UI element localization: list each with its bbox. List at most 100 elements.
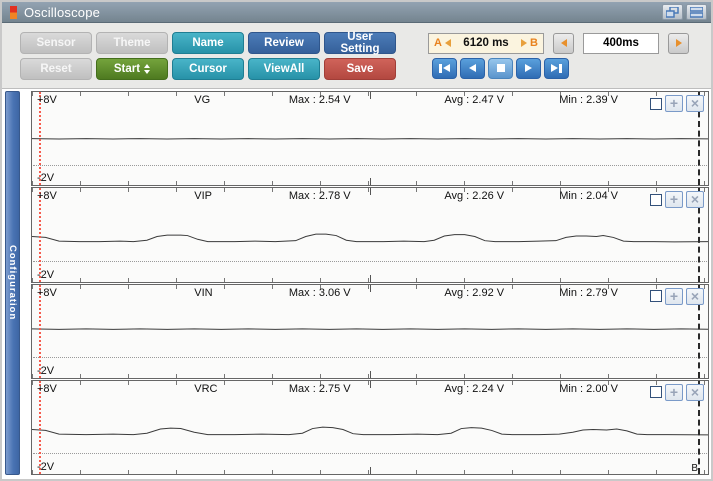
channel-controls: + × (650, 95, 704, 112)
stop-button[interactable] (488, 57, 513, 79)
skip-to-end-icon-triangle (551, 64, 559, 72)
step-back-button[interactable] (460, 57, 485, 79)
channel-controls: + × (650, 383, 704, 401)
channel-panel-vin: +8V -2V VIN Max : 3.06 V Avg : 2.92 V Mi… (31, 283, 709, 379)
toolbar-reset-button[interactable]: Reset (20, 57, 92, 80)
channel-close-button[interactable]: × (686, 95, 704, 112)
top-scale-label: +8V (37, 190, 57, 203)
toolbar-button-label: Review (264, 36, 304, 49)
channel-visible-checkbox[interactable] (650, 193, 662, 206)
window-controls (662, 4, 707, 20)
channel-panel-vip: +8V -2V VIP Max : 2.78 V Avg : 2.26 V Mi… (31, 187, 709, 283)
step-increase-button[interactable] (668, 32, 689, 54)
skip-to-start-icon-triangle (442, 64, 450, 72)
toolbar-sensor-button[interactable]: Sensor (20, 31, 92, 54)
step-value-display: 400ms (583, 32, 659, 54)
channel-close-button[interactable]: × (686, 287, 704, 305)
toolbar-save-button[interactable]: Save (324, 57, 396, 80)
playback-controls (432, 57, 689, 79)
step-decrease-button[interactable] (553, 32, 574, 54)
cursor-b-label: B (530, 37, 538, 49)
channel-name: VRC (194, 382, 218, 395)
skip-to-start-icon (439, 63, 442, 73)
oscilloscope-window: Oscilloscope Sensor Theme Name Review User S… (0, 0, 713, 481)
channel-panels: +8V -2V VG Max : 2.54 V Avg : 2.47 V Min… (31, 91, 709, 475)
toolbar-button-label: ViewAll (263, 62, 305, 75)
time-row: A 6120 ms B 400ms (428, 32, 689, 54)
channel-max-value: Max : 2.78 V (288, 190, 351, 203)
bottom-scale-label: -2V (37, 268, 55, 281)
play-button[interactable] (516, 57, 541, 79)
restore-window-button[interactable] (662, 4, 683, 20)
toolbar: Sensor Theme Name Review User Setting Reset St… (2, 23, 711, 89)
toolbar-button-label: Theme (113, 36, 151, 49)
toolbar-review-button[interactable]: Review (248, 31, 320, 54)
title-bar: Oscilloscope (2, 2, 711, 23)
channel-min-value: Min : 2.00 V (559, 382, 618, 395)
toolbar-button-label: Name (192, 36, 224, 49)
channel-visible-checkbox[interactable] (650, 290, 662, 302)
channel-panel-vrc: +8V -2V VRC Max : 2.75 V Avg : 2.24 V Mi… (31, 379, 709, 475)
channel-zoom-button[interactable]: + (665, 287, 683, 305)
bottom-scale-label: -2V (37, 172, 55, 185)
start-spinner-icon (144, 63, 151, 74)
app-icon (10, 5, 17, 19)
toolbar-button-label: Cursor (189, 62, 227, 75)
channel-zoom-button[interactable]: + (665, 191, 683, 209)
top-scale-label: +8V (37, 286, 57, 299)
minimize-window-button[interactable] (686, 4, 707, 20)
skip-to-end-button[interactable] (544, 57, 569, 79)
channel-close-button[interactable]: × (686, 383, 704, 401)
channel-controls: + × (650, 191, 704, 209)
channel-visible-checkbox[interactable] (650, 97, 662, 110)
channel-visible-checkbox[interactable] (650, 386, 662, 399)
channel-max-value: Max : 2.54 V (288, 94, 351, 106)
top-scale-label: +8V (37, 382, 57, 395)
top-scale-label: +8V (37, 94, 57, 106)
range-value: 6120 ms (463, 37, 509, 49)
channel-min-value: Min : 2.79 V (559, 286, 618, 299)
skip-to-start-button[interactable] (432, 57, 457, 79)
toolbar-user-setting-button[interactable]: User Setting (324, 30, 396, 55)
stop-icon (496, 64, 505, 72)
window-title: Oscilloscope (24, 4, 101, 20)
bottom-scale-label: -2V (37, 364, 55, 377)
channel-zoom-button[interactable]: + (665, 95, 683, 112)
ab-range-display: A 6120 ms B (428, 32, 544, 54)
channel-min-value: Min : 2.39 V (559, 94, 618, 106)
channel-panel-vg: +8V -2V VG Max : 2.54 V Avg : 2.47 V Min… (31, 91, 709, 187)
channel-min-value: Min : 2.04 V (559, 190, 618, 203)
skip-to-end-icon (559, 63, 562, 73)
channel-max-value: Max : 2.75 V (288, 382, 351, 395)
toolbar-button-label: Save (346, 62, 374, 75)
cursor-b-arrow-icon (521, 39, 528, 47)
minimize-window-icon (690, 6, 703, 18)
channel-max-value: Max : 3.06 V (288, 286, 351, 299)
time-controls: A 6120 ms B 400ms (428, 32, 689, 79)
channel-name: VG (194, 94, 211, 106)
channel-avg-value: Avg : 2.47 V (444, 94, 505, 106)
toolbar-button-label: Start (113, 62, 141, 75)
channel-avg-value: Avg : 2.26 V (444, 190, 505, 203)
toolbar-name-button[interactable]: Name (172, 31, 244, 54)
configuration-tab[interactable]: Configuration (5, 91, 20, 475)
toolbar-button-label: User Setting (340, 30, 380, 55)
toolbar-start-button[interactable]: Start (96, 57, 168, 80)
toolbar-button-grid: Sensor Theme Name Review User Setting Reset St… (20, 30, 396, 80)
toolbar-viewall-button[interactable]: ViewAll (248, 57, 320, 80)
cursor-b-corner-label: B (691, 463, 698, 474)
channel-avg-value: Avg : 2.24 V (444, 382, 505, 395)
channel-close-button[interactable]: × (686, 191, 704, 209)
channel-name: VIP (194, 190, 212, 203)
channel-zoom-button[interactable]: + (665, 383, 683, 401)
left-arrow-icon (560, 39, 567, 47)
toolbar-theme-button[interactable]: Theme (96, 31, 168, 54)
toolbar-button-label: Sensor (36, 36, 76, 49)
cursor-a-label: A (434, 37, 442, 49)
play-icon (525, 64, 532, 72)
channel-controls: + × (650, 287, 704, 305)
toolbar-cursor-button[interactable]: Cursor (172, 57, 244, 80)
cursor-a-arrow-icon (444, 39, 451, 47)
configuration-tab-label: Configuration (7, 245, 18, 321)
right-arrow-icon (675, 39, 682, 47)
